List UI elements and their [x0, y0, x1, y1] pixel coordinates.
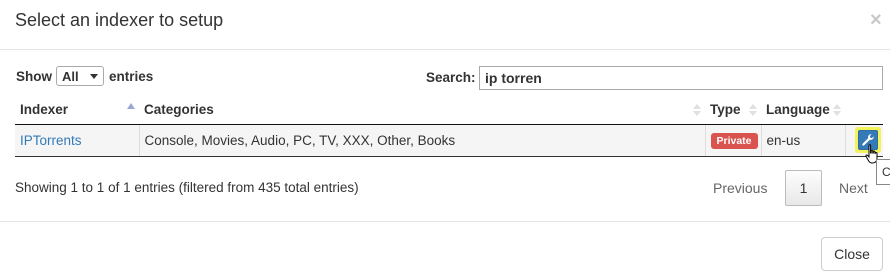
column-header-categories[interactable]: Categories: [139, 96, 705, 125]
indexer-cell: IPTorrents: [15, 124, 139, 157]
next-button[interactable]: Next: [839, 180, 868, 196]
previous-button[interactable]: Previous: [713, 180, 767, 196]
table-row: IPTorrents Console, Movies, Audio, PC, T…: [15, 124, 883, 157]
column-header-indexer[interactable]: Indexer: [15, 96, 139, 125]
table-info: Showing 1 to 1 of 1 entries (filtered fr…: [15, 180, 359, 195]
chevron-down-icon: [90, 73, 98, 79]
column-header-label: Type: [710, 102, 741, 118]
column-header-type[interactable]: Type: [705, 96, 761, 125]
indexer-table: Indexer Categories Type Language IPTorre…: [15, 96, 883, 157]
modal-footer: [0, 221, 890, 280]
sort-both-icon: [833, 104, 841, 116]
column-header-label: Indexer: [20, 102, 69, 118]
sort-both-icon: [749, 104, 757, 116]
entries-length-select[interactable]: All: [56, 66, 104, 86]
search-input[interactable]: [479, 66, 883, 90]
modal-header: Select an indexer to setup ×: [0, 0, 890, 50]
tooltip: C: [876, 159, 890, 185]
modal-title: Select an indexer to setup: [15, 10, 224, 30]
modal-close-button[interactable]: ×: [870, 10, 882, 30]
column-header-label: Categories: [144, 102, 214, 118]
private-badge: Private: [710, 132, 758, 149]
language-cell: en-us: [760, 124, 845, 157]
search-label: Search:: [426, 70, 476, 85]
length-prefix-label: Show: [16, 68, 52, 84]
categories-cell: Console, Movies, Audio, PC, TV, XXX, Oth…: [138, 124, 705, 157]
entries-length-control: Show All entries: [16, 66, 153, 86]
sort-ascending-icon: [127, 103, 135, 109]
page-button-current[interactable]: 1: [785, 170, 822, 206]
table-header-row: Indexer Categories Type Language: [15, 96, 883, 125]
indexer-link[interactable]: IPTorrents: [20, 133, 82, 148]
length-suffix-label: entries: [109, 68, 154, 84]
length-selected-value: All: [62, 68, 79, 84]
type-cell: Private: [704, 124, 761, 157]
column-header-language[interactable]: Language: [761, 96, 845, 125]
column-header-label: Language: [766, 102, 830, 118]
column-header-actions: [845, 96, 883, 125]
close-button[interactable]: Close: [821, 237, 883, 271]
sort-both-icon: [693, 104, 701, 116]
